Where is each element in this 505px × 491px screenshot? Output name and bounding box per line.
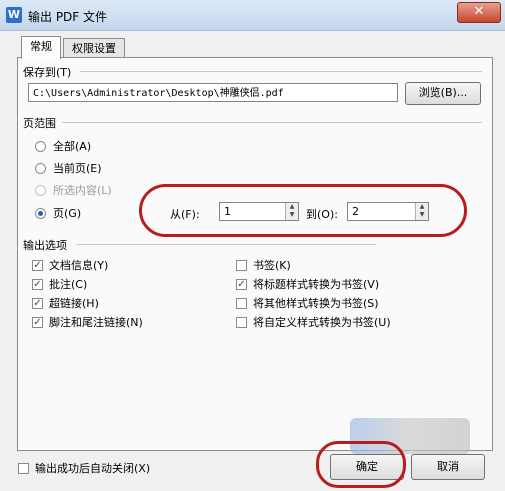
tab-general[interactable]: 常规 bbox=[21, 36, 61, 59]
radio-current-page-label: 当前页(E) bbox=[53, 162, 102, 175]
radio-all-label: 全部(A) bbox=[53, 140, 92, 153]
check-bookmarks-label: 书签(K) bbox=[253, 259, 291, 272]
checkbox-custom-bookmarks[interactable] bbox=[236, 316, 247, 328]
annotation-circle-page-range bbox=[139, 184, 467, 237]
save-to-heading: 保存到(T) bbox=[23, 66, 72, 79]
general-tab-panel bbox=[17, 57, 493, 451]
check-auto-close-label: 输出成功后自动关闭(X) bbox=[35, 462, 151, 475]
page-range-divider bbox=[62, 122, 482, 123]
tab-permissions-label: 权限设置 bbox=[72, 42, 116, 55]
page-range-heading: 页范围 bbox=[23, 117, 56, 130]
check-footnotes[interactable]: ✓ 脚注和尾注链接(N) bbox=[32, 314, 143, 330]
check-custom-bookmarks[interactable]: 将自定义样式转换为书签(U) bbox=[236, 314, 391, 330]
radio-selection-circle bbox=[35, 184, 46, 196]
cancel-button-label: 取消 bbox=[437, 460, 459, 473]
radio-pages-label: 页(G) bbox=[53, 207, 82, 220]
radio-pages-circle[interactable] bbox=[35, 207, 46, 219]
check-heading-bookmarks[interactable]: ✓ 将标题样式转换为书签(V) bbox=[236, 276, 379, 292]
browse-button[interactable]: 浏览(B)... bbox=[405, 82, 481, 105]
check-hyperlinks-label: 超链接(H) bbox=[49, 297, 99, 310]
radio-selection: 所选内容(L) bbox=[35, 182, 112, 198]
check-bookmarks[interactable]: 书签(K) bbox=[236, 257, 291, 273]
checkbox-heading-bookmarks[interactable]: ✓ bbox=[236, 278, 247, 290]
wps-app-icon: W bbox=[6, 7, 22, 23]
checkbox-footnotes[interactable]: ✓ bbox=[32, 316, 43, 328]
checkbox-hyperlinks[interactable]: ✓ bbox=[32, 297, 43, 309]
check-heading-bookmarks-label: 将标题样式转换为书签(V) bbox=[253, 278, 380, 291]
check-comments[interactable]: ✓ 批注(C) bbox=[32, 276, 87, 292]
save-to-divider bbox=[80, 71, 482, 72]
tab-permissions[interactable]: 权限设置 bbox=[63, 38, 125, 59]
radio-all-circle[interactable] bbox=[35, 140, 46, 152]
checkbox-doc-info[interactable]: ✓ bbox=[32, 259, 43, 271]
checkbox-other-bookmarks[interactable] bbox=[236, 297, 247, 309]
radio-selection-label: 所选内容(L) bbox=[53, 184, 112, 197]
check-other-bookmarks[interactable]: 将其他样式转换为书签(S) bbox=[236, 295, 379, 311]
check-other-bookmarks-label: 将其他样式转换为书签(S) bbox=[253, 297, 379, 310]
check-doc-info-label: 文档信息(Y) bbox=[49, 259, 109, 272]
check-auto-close[interactable]: 输出成功后自动关闭(X) bbox=[18, 460, 150, 476]
save-path-input[interactable]: C:\Users\Administrator\Desktop\神雕侠侣.pdf bbox=[28, 83, 398, 102]
checkbox-comments[interactable]: ✓ bbox=[32, 278, 43, 290]
check-hyperlinks[interactable]: ✓ 超链接(H) bbox=[32, 295, 99, 311]
check-custom-bookmarks-label: 将自定义样式转换为书签(U) bbox=[253, 316, 391, 329]
close-icon: ✕ bbox=[473, 4, 485, 19]
check-footnotes-label: 脚注和尾注链接(N) bbox=[49, 316, 143, 329]
checkbox-bookmarks[interactable] bbox=[236, 259, 247, 271]
check-comments-label: 批注(C) bbox=[49, 278, 88, 291]
output-options-heading: 输出选项 bbox=[23, 239, 67, 252]
radio-current-page-circle[interactable] bbox=[35, 162, 46, 174]
radio-current-page[interactable]: 当前页(E) bbox=[35, 160, 102, 176]
radio-pages[interactable]: 页(G) bbox=[35, 205, 81, 221]
radio-all[interactable]: 全部(A) bbox=[35, 138, 91, 154]
annotation-circle-ok-button bbox=[316, 441, 406, 488]
tab-general-label: 常规 bbox=[30, 40, 52, 53]
browse-button-label: 浏览(B)... bbox=[418, 86, 468, 99]
title-bar[interactable]: W 输出 PDF 文件 ✕ bbox=[0, 0, 505, 31]
window-title: 输出 PDF 文件 bbox=[28, 10, 108, 24]
output-options-divider bbox=[76, 244, 376, 245]
checkbox-auto-close[interactable] bbox=[18, 462, 29, 474]
close-button[interactable]: ✕ bbox=[457, 2, 501, 23]
cancel-button[interactable]: 取消 bbox=[411, 454, 485, 480]
check-doc-info[interactable]: ✓ 文档信息(Y) bbox=[32, 257, 108, 273]
